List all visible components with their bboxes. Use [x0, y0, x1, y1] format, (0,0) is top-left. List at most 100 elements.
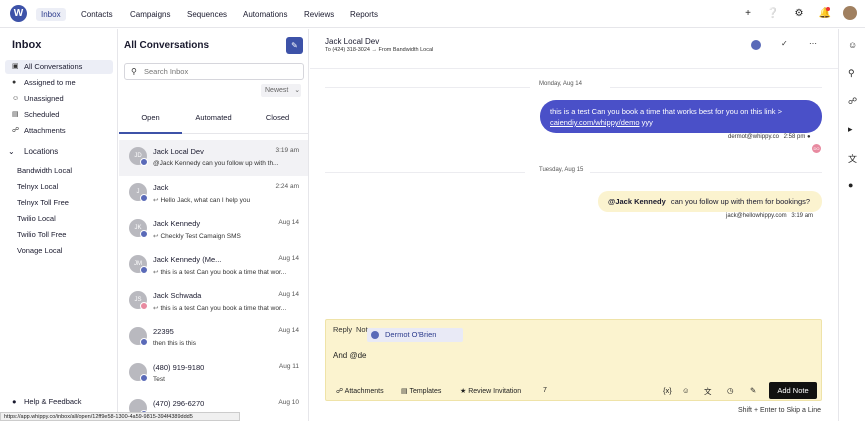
whippy-logo[interactable]: W — [10, 5, 27, 22]
paperclip-icon: ☍ — [336, 388, 344, 395]
conversation-time: Aug 14 — [278, 291, 299, 298]
preview-text: this is a test Can you book a time that … — [160, 269, 287, 276]
conversation-name: Jack — [153, 183, 169, 192]
contact-avatar: JS — [129, 291, 148, 310]
conversation-row[interactable]: 22395 Aug 14 then this is this — [119, 320, 308, 356]
chat-contact-name[interactable]: Jack Local Dev — [325, 37, 379, 46]
conversation-list-title: All Conversations — [124, 40, 210, 51]
channel-badge — [140, 230, 148, 238]
chevron-down-icon[interactable]: ⌄ — [8, 147, 15, 156]
translate-icon[interactable]: 文 — [848, 152, 857, 165]
translate-icon[interactable]: 文 — [704, 386, 712, 397]
date-divider: Tuesday, Aug 15 — [539, 167, 584, 173]
attachments-button[interactable]: ☍ Attachments — [336, 387, 384, 395]
pencil-icon: ✎ — [291, 41, 298, 50]
conversation-row[interactable]: J Jack 2:24 am ↩ Hello Jack, what can I help… — [119, 176, 308, 212]
conversation-name: Jack Kennedy — [153, 219, 201, 228]
sidebar-item-assigned-to-me[interactable]: ● Assigned to me — [5, 76, 113, 90]
search-box[interactable]: ⚲ — [124, 63, 304, 80]
check-icon[interactable]: ✓ — [781, 39, 788, 48]
add-note-button[interactable]: Add Note — [769, 382, 817, 399]
conversation-time: Aug 11 — [278, 363, 299, 370]
sidebar-item-attachments[interactable]: ☍ Attachments — [5, 124, 113, 138]
mention-suggestion[interactable]: Dermot O'Brien — [367, 328, 463, 342]
user-avatar[interactable] — [843, 6, 857, 20]
help-feedback-link[interactable]: Help & Feedback — [24, 397, 82, 406]
variable-icon[interactable]: {x} — [663, 386, 672, 395]
clock-icon[interactable]: ◷ — [727, 386, 734, 395]
preview-text: Test — [153, 376, 165, 383]
sidebar-item-unassigned[interactable]: ☺ Unassigned — [5, 92, 113, 106]
search-icon[interactable]: ⚲ — [848, 68, 855, 79]
help-icon[interactable]: ● — [848, 180, 853, 190]
sort-select[interactable]: Newest ⌄ — [261, 84, 301, 97]
outgoing-message: this is a test Can you book a time that … — [540, 100, 822, 133]
preview-text: @Jack Kennedy can you follow up with th.… — [153, 160, 279, 167]
conversation-time: 2:24 am — [275, 183, 300, 190]
sidebar-item-scheduled[interactable]: ▤ Scheduled — [5, 108, 113, 122]
conversation-preview: ↩ Checkly Test Camaign SMS — [153, 232, 303, 240]
location-item[interactable]: Telnyx Local — [17, 182, 58, 191]
conversation-row[interactable]: JS Jack Schwada Aug 14 ↩ this is a test Can … — [119, 284, 308, 320]
location-item[interactable]: Twilio Local — [17, 214, 56, 223]
composer-input[interactable]: And @de — [333, 351, 366, 360]
tab-reply[interactable]: Reply — [333, 325, 352, 334]
help-icon[interactable]: ❔ — [766, 7, 780, 21]
tab-open[interactable]: Open — [119, 102, 182, 134]
nav-contacts[interactable]: Contacts — [81, 8, 113, 21]
conversation-row[interactable]: (480) 919-9180 Aug 11 Test — [119, 356, 308, 392]
conversation-preview: ↩ this is a test Can you book a time that… — [153, 304, 303, 312]
conversation-row[interactable]: JD Jack Local Dev 3:19 am @Jack Kennedy can… — [119, 140, 308, 176]
search-input[interactable] — [144, 66, 294, 77]
right-rail: ☺ ⚲ ☍ ▸ 文 ● — [838, 29, 865, 421]
location-item[interactable]: Telnyx Toll Free — [17, 198, 69, 207]
message-link[interactable]: caiendiy.com/whippy/demo — [550, 118, 640, 127]
nav-campaigns[interactable]: Campaigns — [130, 8, 170, 21]
tab-closed[interactable]: Closed — [246, 102, 308, 134]
assignee-avatar[interactable] — [751, 40, 761, 50]
message-composer: Reply Note Dermot O'Brien And @de ☍ Atta… — [325, 319, 822, 401]
nav-automations[interactable]: Automations — [243, 8, 287, 21]
locations-header[interactable]: Locations — [24, 147, 58, 156]
emoji-icon[interactable]: ☺ — [682, 386, 690, 395]
compose-button[interactable]: ✎ — [286, 37, 303, 54]
date-divider-line — [325, 87, 530, 88]
templates-button[interactable]: ▤ Templates — [401, 387, 441, 395]
review-invitation-button[interactable]: ★ Review Invitation — [460, 387, 521, 395]
signature-icon[interactable]: ✎ — [750, 386, 756, 395]
delivered-icon: ● — [807, 134, 811, 140]
reply-icon: ↩ — [153, 269, 159, 276]
plus-icon[interactable]: + — [741, 7, 755, 21]
note-text: can you follow up with them for bookings… — [670, 197, 811, 206]
message-text: this is a test Can you book a time that … — [550, 107, 776, 116]
conversation-preview: ↩ Hello Jack, what can I help you — [153, 196, 303, 204]
sidebar-item-label: Attachments — [24, 126, 66, 135]
nav-reports[interactable]: Reports — [350, 8, 378, 21]
channel-badge — [140, 158, 148, 166]
location-item[interactable]: Vonage Local — [17, 246, 62, 255]
tab-automated[interactable]: Automated — [182, 102, 245, 134]
nav-reviews[interactable]: Reviews — [304, 8, 334, 21]
conversation-row[interactable]: JM Jack Kennedy (Me... Aug 14 ↩ this is a te… — [119, 248, 308, 284]
megaphone-icon[interactable]: ▸ — [848, 124, 853, 135]
date-divider-line — [610, 87, 822, 88]
templates-label: Templates — [409, 388, 442, 395]
contact-avatar: J — [129, 183, 148, 202]
conversation-name: Jack Local Dev — [153, 147, 204, 156]
conversation-tabs: Open Automated Closed — [119, 102, 308, 134]
conversation-name: (470) 296-6270 — [153, 399, 205, 408]
conversation-time: Aug 14 — [278, 255, 299, 262]
location-item[interactable]: Twilio Toll Free — [17, 230, 66, 239]
mention-avatar — [371, 331, 379, 339]
nav-inbox[interactable]: Inbox — [36, 8, 66, 21]
nav-sequences[interactable]: Sequences — [187, 8, 227, 21]
conversation-row[interactable]: JK Jack Kennedy Aug 14 ↩ Checkly Test Camaig… — [119, 212, 308, 248]
location-item[interactable]: Bandwidth Local — [17, 166, 72, 175]
sidebar-item-label: Unassigned — [24, 94, 64, 103]
paperclip-icon[interactable]: ☍ — [848, 96, 857, 107]
contact-icon[interactable]: ☺ — [848, 40, 857, 50]
sidebar-item-all-conversations[interactable]: ▣ All Conversations — [5, 60, 113, 74]
more-icon[interactable]: ⋯ — [809, 39, 817, 48]
attachments-label: Attachments — [344, 388, 384, 395]
gear-icon[interactable]: ⚙ — [792, 7, 806, 21]
